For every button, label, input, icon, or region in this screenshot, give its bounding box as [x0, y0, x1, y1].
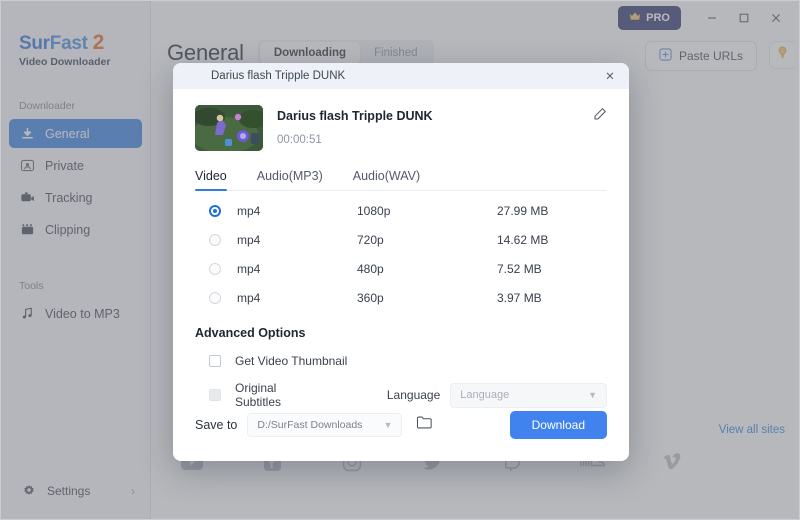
format-radio[interactable] [209, 292, 221, 304]
format-name: mp4 [237, 204, 261, 218]
format-row[interactable]: mp4 1080p 27.99 MB [195, 199, 607, 223]
original-subtitles-checkbox[interactable] [209, 389, 221, 401]
format-size: 27.99 MB [497, 204, 549, 218]
format-resolution: 720p [357, 233, 384, 247]
video-thumbnail [195, 105, 263, 151]
dialog-footer: Save to D:/SurFast Downloads ▼ Download [195, 411, 607, 439]
get-thumbnail-checkbox[interactable] [209, 355, 221, 367]
language-label: Language [386, 388, 441, 402]
format-size: 14.62 MB [497, 233, 549, 247]
video-title: Darius flash Tripple DUNK [277, 109, 433, 123]
format-row[interactable]: mp4 720p 14.62 MB [195, 228, 607, 252]
original-subtitles-option[interactable]: Original Subtitles Language Language ▼ [195, 381, 607, 409]
format-radio[interactable] [209, 263, 221, 275]
edit-pencil-icon[interactable] [592, 107, 607, 127]
save-path-value: D:/SurFast Downloads [257, 419, 363, 431]
tab-video[interactable]: Video [195, 169, 227, 191]
video-meta: Darius flash Tripple DUNK 00:00:51 [277, 105, 433, 146]
format-size: 7.52 MB [497, 262, 542, 276]
app-window: SurFast 2 Video Downloader Downloader Ge… [0, 0, 800, 520]
format-name: mp4 [237, 233, 261, 247]
format-resolution: 480p [357, 262, 384, 276]
original-subtitles-label: Original Subtitles [235, 381, 282, 409]
dialog-titlebar: Darius flash Tripple DUNK ✕ [173, 63, 629, 89]
format-row[interactable]: mp4 360p 3.97 MB [195, 286, 607, 310]
language-select[interactable]: Language ▼ [450, 382, 607, 408]
dialog-title: Darius flash Tripple DUNK [211, 70, 346, 82]
format-radio[interactable] [209, 234, 221, 246]
tab-audio-wav[interactable]: Audio(WAV) [353, 169, 420, 190]
video-info-row: Darius flash Tripple DUNK 00:00:51 [195, 105, 607, 151]
download-button[interactable]: Download [509, 411, 607, 439]
format-resolution: 1080p [357, 204, 391, 218]
format-list: mp4 1080p 27.99 MB mp4 720p 14.62 MB mp4… [195, 199, 607, 310]
save-to-label: Save to [195, 418, 238, 432]
advanced-options-title: Advanced Options [195, 326, 306, 340]
format-resolution: 360p [357, 291, 384, 305]
download-dialog: Darius flash Tripple DUNK ✕ Darius flash… [173, 63, 629, 461]
folder-icon[interactable] [416, 415, 433, 435]
language-select-value: Language [460, 389, 510, 401]
get-thumbnail-option[interactable]: Get Video Thumbnail [195, 348, 607, 374]
format-size: 3.97 MB [497, 291, 542, 305]
format-radio[interactable] [209, 205, 221, 217]
save-path-select[interactable]: D:/SurFast Downloads ▼ [247, 413, 403, 437]
format-name: mp4 [237, 262, 261, 276]
tab-audio-mp3[interactable]: Audio(MP3) [257, 169, 323, 190]
format-row[interactable]: mp4 480p 7.52 MB [195, 257, 607, 281]
chevron-down-icon: ▼ [588, 390, 597, 400]
dialog-body: Darius flash Tripple DUNK 00:00:51 Video… [173, 89, 629, 409]
format-tabs: Video Audio(MP3) Audio(WAV) [195, 169, 607, 191]
get-thumbnail-label: Get Video Thumbnail [235, 354, 348, 368]
close-icon[interactable]: ✕ [601, 67, 619, 85]
format-name: mp4 [237, 291, 261, 305]
chevron-down-icon: ▼ [383, 420, 393, 430]
video-duration: 00:00:51 [277, 134, 322, 146]
